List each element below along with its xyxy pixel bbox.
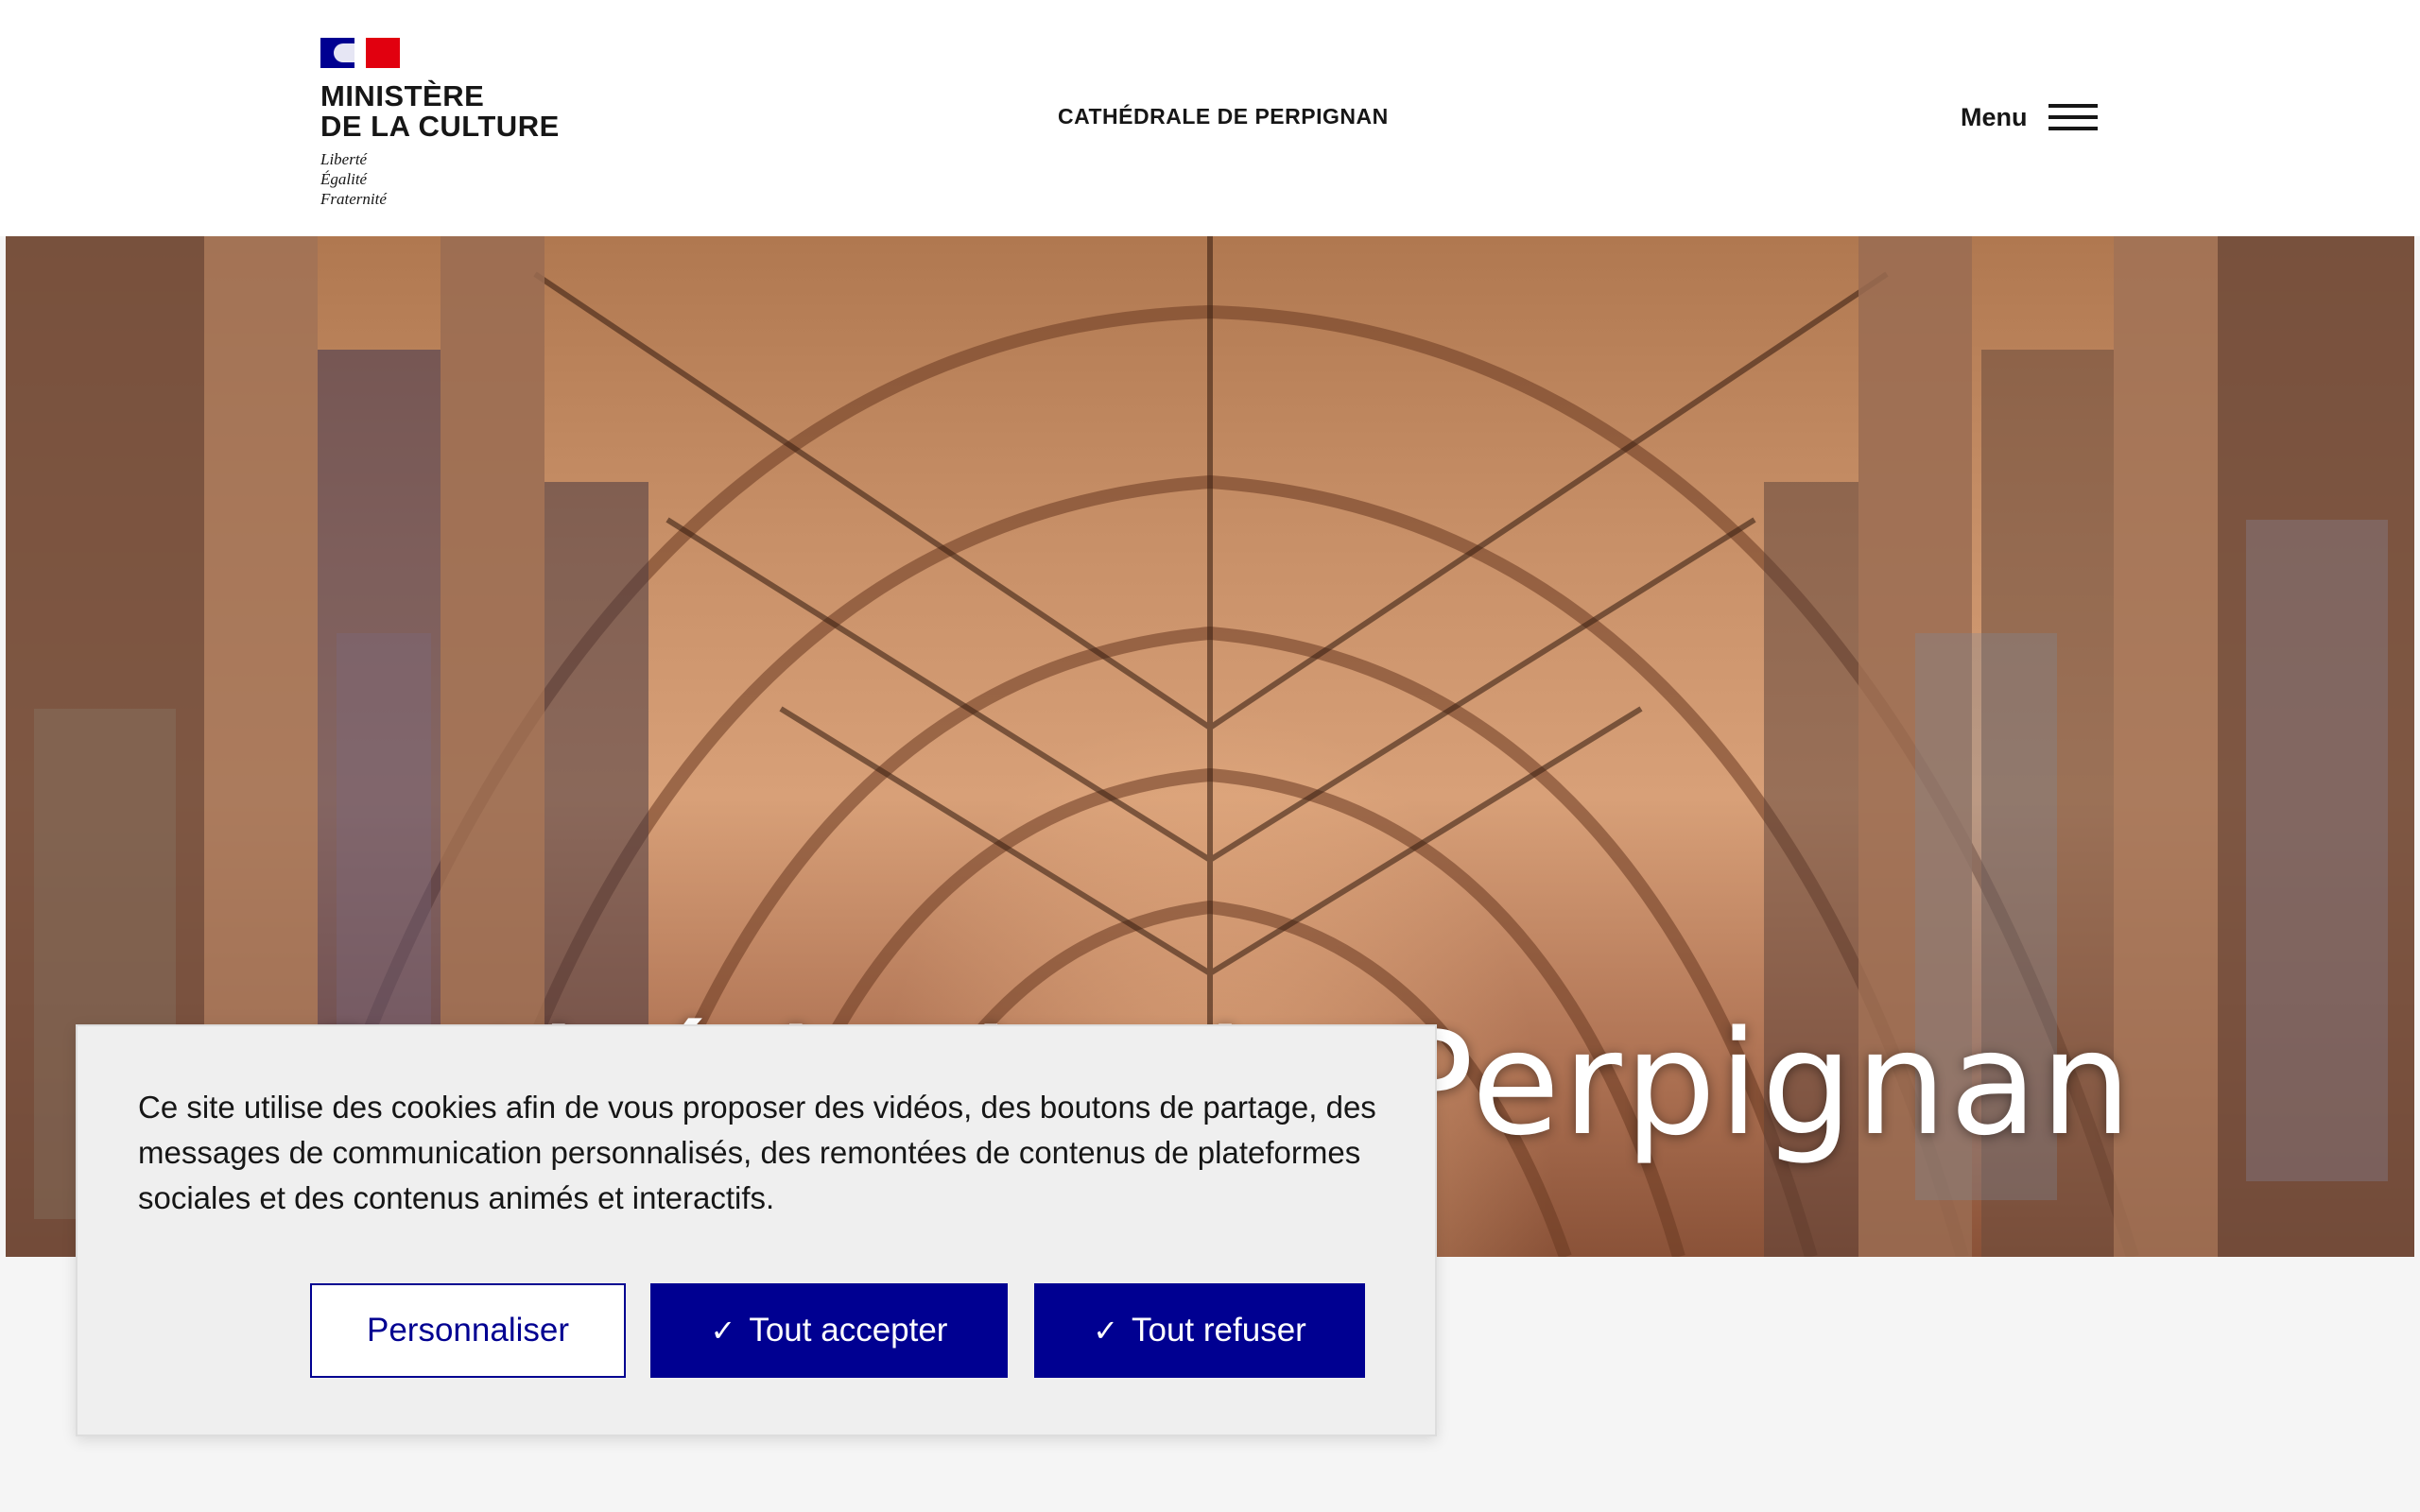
refuse-all-cookies-button[interactable]: ✓ Tout refuser	[1034, 1283, 1365, 1378]
customize-cookies-button[interactable]: Personnaliser	[310, 1283, 626, 1378]
motto-liberte: Liberté	[320, 150, 368, 168]
cookie-consent-banner: Ce site utilise des cookies afin de vous…	[76, 1024, 1437, 1436]
customize-cookies-label: Personnaliser	[367, 1312, 569, 1349]
ministry-name-line2: DE LA CULTURE	[320, 110, 560, 143]
cookie-consent-text: Ce site utilise des cookies afin de vous…	[138, 1090, 1376, 1215]
page: MINISTÈRE DE LA CULTURE Liberté Égalité …	[0, 0, 2420, 1512]
site-header: MINISTÈRE DE LA CULTURE Liberté Égalité …	[0, 0, 2420, 236]
check-icon: ✓	[1093, 1314, 1118, 1348]
hamburger-menu-icon	[2048, 104, 2098, 130]
check-icon: ✓	[710, 1314, 736, 1348]
refuse-all-label: Tout refuser	[1132, 1312, 1306, 1349]
ministry-logo[interactable]: MINISTÈRE DE LA CULTURE Liberté Égalité …	[320, 38, 566, 208]
motto-egalite: Égalité	[320, 170, 368, 188]
republic-flag-icon	[320, 38, 400, 68]
accept-all-label: Tout accepter	[749, 1312, 948, 1349]
site-title[interactable]: CATHÉDRALE DE PERPIGNAN	[1058, 104, 1389, 129]
ministry-name-line1: MINISTÈRE	[320, 79, 485, 112]
menu-label: Menu	[1961, 102, 2028, 131]
republic-motto: Liberté Égalité Fraternité	[320, 149, 566, 209]
accept-all-cookies-button[interactable]: ✓ Tout accepter	[650, 1283, 1008, 1378]
ministry-name: MINISTÈRE DE LA CULTURE	[320, 81, 566, 142]
menu-button[interactable]: Menu	[1961, 98, 2098, 136]
motto-fraternite: Fraternité	[320, 190, 387, 208]
